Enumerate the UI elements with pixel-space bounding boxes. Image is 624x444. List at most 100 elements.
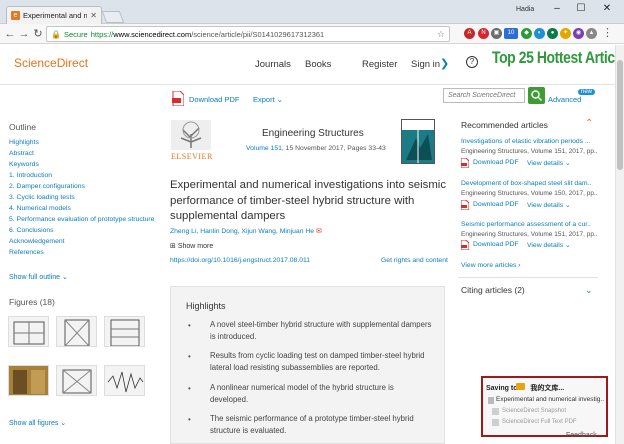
extension-icon-7[interactable]: ✦ xyxy=(560,28,571,39)
favicon-icon: e xyxy=(11,11,20,20)
outline-item[interactable]: 5. Performance evaluation of prototype s… xyxy=(9,216,154,223)
chevron-down-icon[interactable]: ⌄ xyxy=(585,285,593,296)
recommended-article-title[interactable]: Seismic performance assessment of a cur.… xyxy=(461,221,591,228)
show-more-button[interactable]: ⊞ Show more xyxy=(170,242,213,250)
figure-thumbnail[interactable] xyxy=(56,316,97,347)
extension-icon-8[interactable]: ◉ xyxy=(573,28,584,39)
nav-register[interactable]: Register xyxy=(362,59,397,70)
recommended-view-details[interactable]: View details ⌄ xyxy=(527,241,571,249)
outline-item[interactable]: 4. Numerical models xyxy=(9,205,71,212)
outline-item[interactable]: 3. Cyclic loading tests xyxy=(9,194,75,201)
figure-thumbnail[interactable] xyxy=(8,365,49,396)
maximize-icon[interactable]: ☐ xyxy=(572,2,590,16)
export-dropdown[interactable]: Export ⌄ xyxy=(253,95,283,104)
bookmark-star-icon[interactable]: ☆ xyxy=(437,29,445,40)
journal-title[interactable]: Engineering Structures xyxy=(262,128,364,139)
outline-item[interactable]: Acknowledgement xyxy=(9,238,65,245)
extension-icon-1[interactable]: A xyxy=(464,28,475,39)
reload-icon[interactable]: ↻ xyxy=(31,27,45,41)
chevron-right-icon: › xyxy=(518,262,521,269)
recommended-article-title[interactable]: Investigations of elastic vibration peri… xyxy=(461,138,591,145)
url-text: https://www.sciencedirect.com/science/ar… xyxy=(90,29,325,39)
outline-item[interactable]: Keywords xyxy=(9,161,39,168)
recommended-download-pdf[interactable]: Download PDF xyxy=(473,159,519,166)
figure-thumbnail[interactable] xyxy=(56,365,97,396)
help-icon[interactable]: ? xyxy=(466,56,478,68)
author-info-icon: ✉ xyxy=(315,228,322,235)
snapshot-icon xyxy=(492,408,499,415)
recommended-view-details[interactable]: View details ⌄ xyxy=(527,201,571,209)
author-list[interactable]: Zheng Li, Hanlin Dong, Xijun Wang, Minju… xyxy=(170,227,322,235)
chevron-down-icon: ⌄ xyxy=(565,202,571,209)
citing-articles-heading[interactable]: Citing articles (2) xyxy=(461,285,525,295)
close-tab-icon[interactable]: ✕ xyxy=(90,11,97,20)
extension-icon-5[interactable]: ◐ xyxy=(534,28,545,39)
chevron-down-icon: ⌄ xyxy=(276,95,284,104)
search-button[interactable] xyxy=(528,87,545,104)
recommended-article-meta: Engineering Structures, Volume 151, 2017… xyxy=(461,148,598,155)
show-full-outline-link[interactable]: Show full outline ⌄ xyxy=(9,273,68,281)
divider xyxy=(458,277,598,278)
recommended-view-details[interactable]: View details ⌄ xyxy=(527,159,571,167)
chevron-right-icon[interactable]: ❯ xyxy=(440,57,449,70)
recommended-download-pdf[interactable]: Download PDF xyxy=(473,201,519,208)
figure-thumbnail[interactable] xyxy=(104,365,145,396)
chevron-up-icon[interactable]: ⌃ xyxy=(585,118,593,129)
figure-thumbnail[interactable] xyxy=(104,316,145,347)
recommended-article-meta: Engineering Structures, Volume 150, 2017… xyxy=(461,190,598,197)
outline-item[interactable]: 1. Introduction xyxy=(9,172,52,179)
new-badge: new xyxy=(578,89,596,95)
rights-link[interactable]: Get rights and content xyxy=(381,257,448,264)
recommended-article-title[interactable]: Development of box-shaped steel slit dam… xyxy=(461,180,591,187)
extension-badge-icon[interactable]: 10 xyxy=(504,28,518,39)
view-more-articles-link[interactable]: View more articles › xyxy=(461,262,521,269)
menu-icon[interactable]: ⋮ xyxy=(602,26,613,39)
journal-cover-image[interactable] xyxy=(401,119,435,164)
extension-icon-3[interactable]: ▣ xyxy=(491,28,502,39)
scrollbar-thumb[interactable] xyxy=(617,60,623,170)
saving-snapshot: ScienceDirect Snapshot xyxy=(502,408,567,414)
lock-icon: 🔒 xyxy=(51,29,61,39)
minimize-icon[interactable]: – xyxy=(548,2,566,16)
outline-item[interactable]: References xyxy=(9,249,44,256)
pdf-icon[interactable] xyxy=(172,91,184,106)
recommended-download-pdf[interactable]: Download PDF xyxy=(473,241,519,248)
saving-popup-title: Saving to 我的文库... xyxy=(486,385,565,392)
show-all-figures-link[interactable]: Show all figures ⌄ xyxy=(9,419,66,427)
extension-icon-4[interactable]: ◆ xyxy=(521,28,532,39)
bullet: • xyxy=(188,352,191,361)
bullet: • xyxy=(188,384,191,393)
close-window-icon[interactable]: ✕ xyxy=(598,2,616,16)
search-input[interactable] xyxy=(443,88,525,103)
secure-label: Secure xyxy=(63,29,88,39)
nav-journals[interactable]: Journals xyxy=(255,59,291,70)
profile-name[interactable]: Hadia xyxy=(516,6,534,13)
outline-item[interactable]: 2. Damper configurations xyxy=(9,183,85,190)
nav-sign-in[interactable]: Sign in xyxy=(411,59,440,70)
outline-heading: Outline xyxy=(9,122,36,132)
forward-icon[interactable]: → xyxy=(17,27,31,41)
extension-icon-6[interactable]: ● xyxy=(547,28,558,39)
new-tab-button[interactable] xyxy=(101,11,125,23)
extension-icon-9[interactable]: ▲ xyxy=(586,28,597,39)
volume-link[interactable]: Volume 151 xyxy=(246,145,282,152)
outline-item[interactable]: Abstract xyxy=(9,150,34,157)
figure-thumbnail[interactable] xyxy=(8,316,49,347)
doi-link[interactable]: https://doi.org/10.1016/j.engstruct.2017… xyxy=(170,257,310,264)
address-bar[interactable]: 🔒 Secure https://www.sciencedirect.com/s… xyxy=(46,26,450,42)
journal-volume: Volume 151, 15 November 2017, Pages 33-4… xyxy=(246,145,386,152)
outline-item[interactable]: 6. Conclusions xyxy=(9,227,54,234)
article-title: Experimental and numerical investigation… xyxy=(170,179,447,222)
advanced-search-link[interactable]: Advanced xyxy=(548,95,581,104)
sciencedirect-logo[interactable]: ScienceDirect xyxy=(14,56,88,70)
download-pdf-link[interactable]: Download PDF xyxy=(189,95,239,104)
top25-banner[interactable]: Top 25 Hottest Articles xyxy=(492,48,624,68)
browser-tab[interactable]: e Experimental and numi ✕ xyxy=(6,6,102,24)
back-icon[interactable]: ← xyxy=(3,27,17,41)
recommended-article-meta: Engineering Structures, Volume 151, 2017… xyxy=(461,231,598,238)
bullet: • xyxy=(188,415,191,424)
nav-books[interactable]: Books xyxy=(305,59,331,70)
extension-icon-2[interactable]: N xyxy=(478,28,489,39)
feedback-button[interactable]: Feedback xyxy=(566,432,597,439)
outline-item[interactable]: Highlights xyxy=(9,139,39,146)
